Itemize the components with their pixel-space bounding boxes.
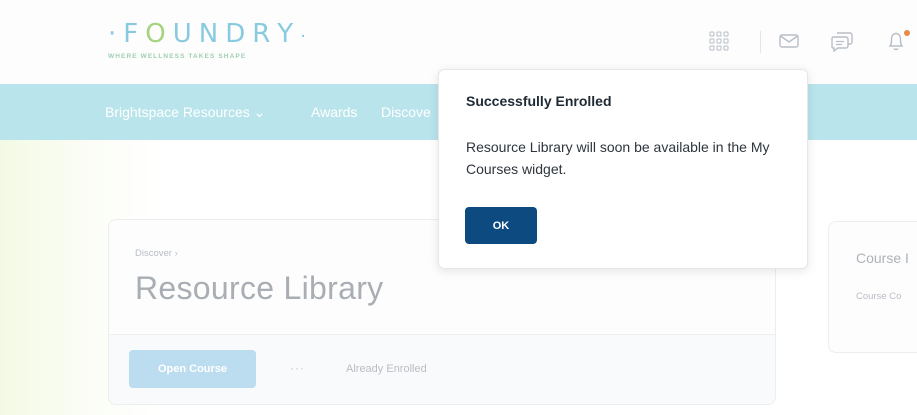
logo-letter: D: [225, 19, 253, 49]
ok-button[interactable]: OK: [465, 207, 537, 244]
dialog-message: Resource Library will soon be available …: [466, 139, 770, 177]
mail-icon[interactable]: [776, 28, 802, 54]
logo-prefix: ·: [108, 19, 124, 49]
foundry-logo[interactable]: ·FOUNDRY· WHERE WELLNESS TAKES SHAPE: [108, 20, 306, 60]
notification-dot: [904, 30, 910, 36]
open-course-button[interactable]: Open Course: [129, 350, 256, 388]
side-card-subtitle: Course Co: [856, 291, 902, 302]
breadcrumb[interactable]: Discover ›: [135, 248, 178, 259]
logo-letter: O: [145, 19, 173, 49]
logo-letter: Y: [277, 19, 301, 49]
logo-suffix: ·: [300, 26, 306, 47]
logo-letter: R: [252, 19, 278, 49]
header-divider: [760, 31, 761, 53]
course-title: Resource Library: [135, 270, 384, 306]
chat-icon[interactable]: [829, 28, 855, 54]
logo-letter: N: [198, 19, 226, 49]
grid-icon[interactable]: [706, 28, 732, 54]
nav-item-discover[interactable]: Discove: [381, 104, 431, 120]
dialog-title: Successfully Enrolled: [466, 93, 612, 109]
side-card-title: Course I: [856, 250, 909, 266]
enrollment-status: Already Enrolled: [346, 363, 427, 375]
nav-item-awards[interactable]: Awards: [311, 104, 357, 120]
logo-tagline: WHERE WELLNESS TAKES SHAPE: [108, 53, 247, 60]
nav-item-brightspace-resources[interactable]: Brightspace Resources ⌄: [105, 104, 265, 121]
logo-letter: U: [172, 19, 199, 49]
more-options-icon[interactable]: ···: [290, 361, 305, 375]
side-card: [828, 221, 917, 353]
logo-letter: F: [123, 19, 146, 49]
logo-wordmark: ·FOUNDRY·: [108, 20, 306, 51]
